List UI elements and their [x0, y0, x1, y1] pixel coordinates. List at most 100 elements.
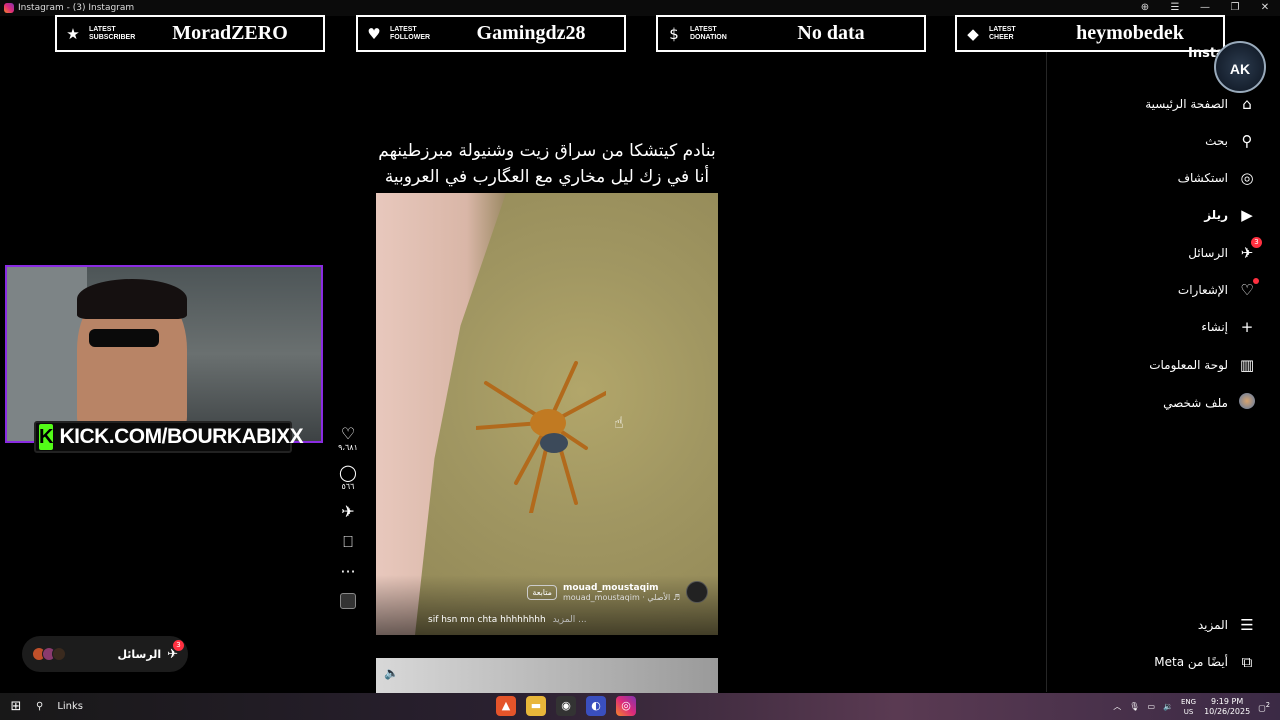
obs-icon[interactable]: ◉ — [556, 696, 576, 716]
nav-label: الرسائل — [1188, 246, 1228, 260]
latest-donation-alert: $ LATEST DONATION No data — [656, 15, 926, 52]
notif-count: 2 — [1265, 700, 1270, 709]
search-icon: ⚲ — [36, 701, 44, 712]
lang-code: ENG — [1180, 697, 1197, 706]
audio-label[interactable]: mouad_moustaqim · الأصلي ♬ — [563, 593, 680, 602]
comment-icon[interactable]: ◯ — [333, 464, 363, 482]
ak-stream-logo: AK — [1214, 41, 1266, 93]
heart-icon: ♥ — [367, 24, 381, 43]
reel-caption-text: sif hsn mn chta hhhhhhhh — [428, 615, 546, 625]
alert-value: heymobedek — [1076, 22, 1184, 44]
window-controls: ⊕ ☰ — ❐ ✕ — [1130, 0, 1280, 16]
spider-image — [476, 361, 606, 513]
heart-icon: ♡ — [1238, 278, 1259, 299]
nav-home[interactable]: ⌂ الصفحة الرئيسية — [1145, 95, 1256, 113]
save-icon[interactable]: ⎕ — [333, 533, 363, 551]
tray-chevron-icon[interactable]: ︿ — [1113, 701, 1121, 712]
nav-explore[interactable]: ◎ استكشاف — [1178, 169, 1256, 187]
taskbar-search[interactable]: ⚲ Links — [36, 701, 83, 712]
kick-logo-icon: K — [39, 424, 54, 450]
messages-label: الرسائل — [117, 647, 162, 661]
next-reel-preview[interactable]: 🔈 — [376, 658, 718, 694]
messages-floating-button[interactable]: الرسائل ✈ 3 — [22, 636, 188, 672]
author-username[interactable]: mouad_moustaqim — [563, 583, 680, 593]
alert-value: MoradZERO — [172, 22, 288, 44]
menu-icon[interactable]: ☰ — [1160, 0, 1190, 16]
latest-subscriber-alert: ★ LATEST SUBSCRIBER MoradZERO — [55, 15, 325, 52]
alert-value: Gamingdz28 — [476, 22, 586, 44]
close-button[interactable]: ✕ — [1250, 0, 1280, 16]
language-indicator[interactable]: ENG US — [1181, 697, 1196, 717]
nav-label: ريلز — [1204, 208, 1228, 222]
clock-date: 10/26/2025 — [1204, 706, 1251, 716]
network-icon[interactable]: ▭ — [1147, 702, 1155, 711]
alert-value: No data — [797, 22, 865, 44]
diamond-icon: ◆ — [967, 24, 979, 43]
nav-messages[interactable]: ✈ 3 الرسائل — [1188, 237, 1262, 262]
home-icon: ⌂ — [1242, 95, 1252, 113]
nav-also-from-meta[interactable]: ⧉ أيضًا من Meta — [1154, 653, 1256, 671]
lang-region: US — [1183, 707, 1194, 716]
author-avatar[interactable] — [686, 581, 708, 603]
clock-time: 9:19 PM — [1211, 696, 1244, 706]
alert-label: SUBSCRIBER — [89, 33, 136, 41]
post-caption-overlay: بنادم كيتشكا من سراق زيت وشنيولة مبرزطين… — [376, 138, 718, 190]
nav-label: ملف شخصي — [1163, 396, 1228, 410]
volume-icon[interactable]: 🔈 — [384, 666, 399, 680]
more-options-icon[interactable]: ··· — [333, 563, 363, 581]
like-count: ٩،٦٨١ — [338, 443, 358, 452]
windows-start-icon[interactable]: ⊞ — [0, 699, 32, 714]
discord-icon[interactable]: ◐ — [586, 696, 606, 716]
windows-taskbar: ⊞ ⚲ Links ▲ ▬ ◉ ◐ ◎ ︿ 🎙 ▭ 🔉 ENG US 9:19 P… — [0, 693, 1280, 720]
audio-thumbnail[interactable] — [340, 593, 356, 609]
nav-label: الصفحة الرئيسية — [1145, 97, 1228, 111]
reels-icon: ▶ — [1241, 206, 1253, 224]
hamburger-icon: ☰ — [1240, 616, 1254, 634]
caption-line-2: أنا في زك ليل مخاري مع العگارب في العروب… — [384, 167, 710, 187]
profile-icon — [1238, 393, 1256, 413]
nav-label: إنشاء — [1201, 320, 1228, 334]
alert-label: FOLLOWER — [390, 33, 431, 41]
more-link[interactable]: المزيد ... — [553, 615, 587, 625]
nav-label: استكشاف — [1177, 171, 1228, 185]
hand-cursor-icon: ☝ — [614, 413, 624, 432]
clock[interactable]: 9:19 PM 10/26/2025 — [1204, 697, 1250, 717]
nav-label: أيضًا من Meta — [1154, 655, 1228, 669]
notifications-icon[interactable]: ▢2 — [1258, 701, 1270, 713]
message-avatars — [32, 647, 66, 661]
nav-create[interactable]: + إنشاء — [1201, 318, 1256, 336]
reel-video[interactable]: mouad_moustaqim mouad_moustaqim · الأصلي… — [376, 193, 718, 635]
taskbar-apps: ▲ ▬ ◉ ◐ ◎ — [496, 696, 636, 716]
microphone-icon[interactable]: 🎙 — [1129, 702, 1139, 711]
extensions-icon[interactable]: ⊕ — [1130, 0, 1160, 16]
follow-button[interactable]: متابعة — [527, 584, 557, 600]
caption-line-1: بنادم كيتشكا من سراق زيت وشنيولة مبرزطين… — [378, 141, 716, 161]
alert-label: LATEST — [989, 25, 1016, 33]
messenger-icon: ✈ 3 — [1238, 237, 1262, 262]
share-icon[interactable]: ✈ — [333, 503, 363, 521]
notification-dot — [1253, 278, 1259, 284]
nav-search[interactable]: ⚲ بحث — [1205, 132, 1256, 150]
latest-cheer-alert: ◆ LATEST CHEER heymobedek — [955, 15, 1225, 52]
nav-dashboard[interactable]: ▥ لوحة المعلومات — [1149, 356, 1256, 374]
streamer-hair — [77, 279, 187, 319]
nav-more[interactable]: ☰ المزيد — [1198, 616, 1256, 634]
nav-profile[interactable]: ملف شخصي — [1163, 393, 1256, 413]
instagram-icon[interactable]: ◎ — [616, 696, 636, 716]
file-explorer-icon[interactable]: ▬ — [526, 696, 546, 716]
taskbar-search-label: Links — [57, 701, 84, 712]
nav-notifications[interactable]: ♡ الإشعارات — [1178, 278, 1259, 299]
nav-reels[interactable]: ▶ ريلز — [1204, 206, 1256, 224]
volume-icon[interactable]: 🔉 — [1163, 702, 1173, 711]
gaming-chair — [7, 267, 87, 441]
maximize-button[interactable]: ❐ — [1220, 0, 1250, 16]
compass-icon: ◎ — [1240, 169, 1254, 187]
meta-apps-icon: ⧉ — [1241, 653, 1253, 671]
minimize-button[interactable]: — — [1190, 0, 1220, 16]
brave-icon[interactable]: ▲ — [496, 696, 516, 716]
messenger-glyph: ✈ — [1240, 244, 1254, 262]
nav-label: لوحة المعلومات — [1149, 358, 1228, 372]
like-icon[interactable]: ♡ — [333, 425, 363, 443]
reel-caption: sif hsn mn chta hhhhhhhh المزيد ... — [428, 615, 587, 625]
comment-count: ٥٦٦ — [341, 482, 355, 491]
